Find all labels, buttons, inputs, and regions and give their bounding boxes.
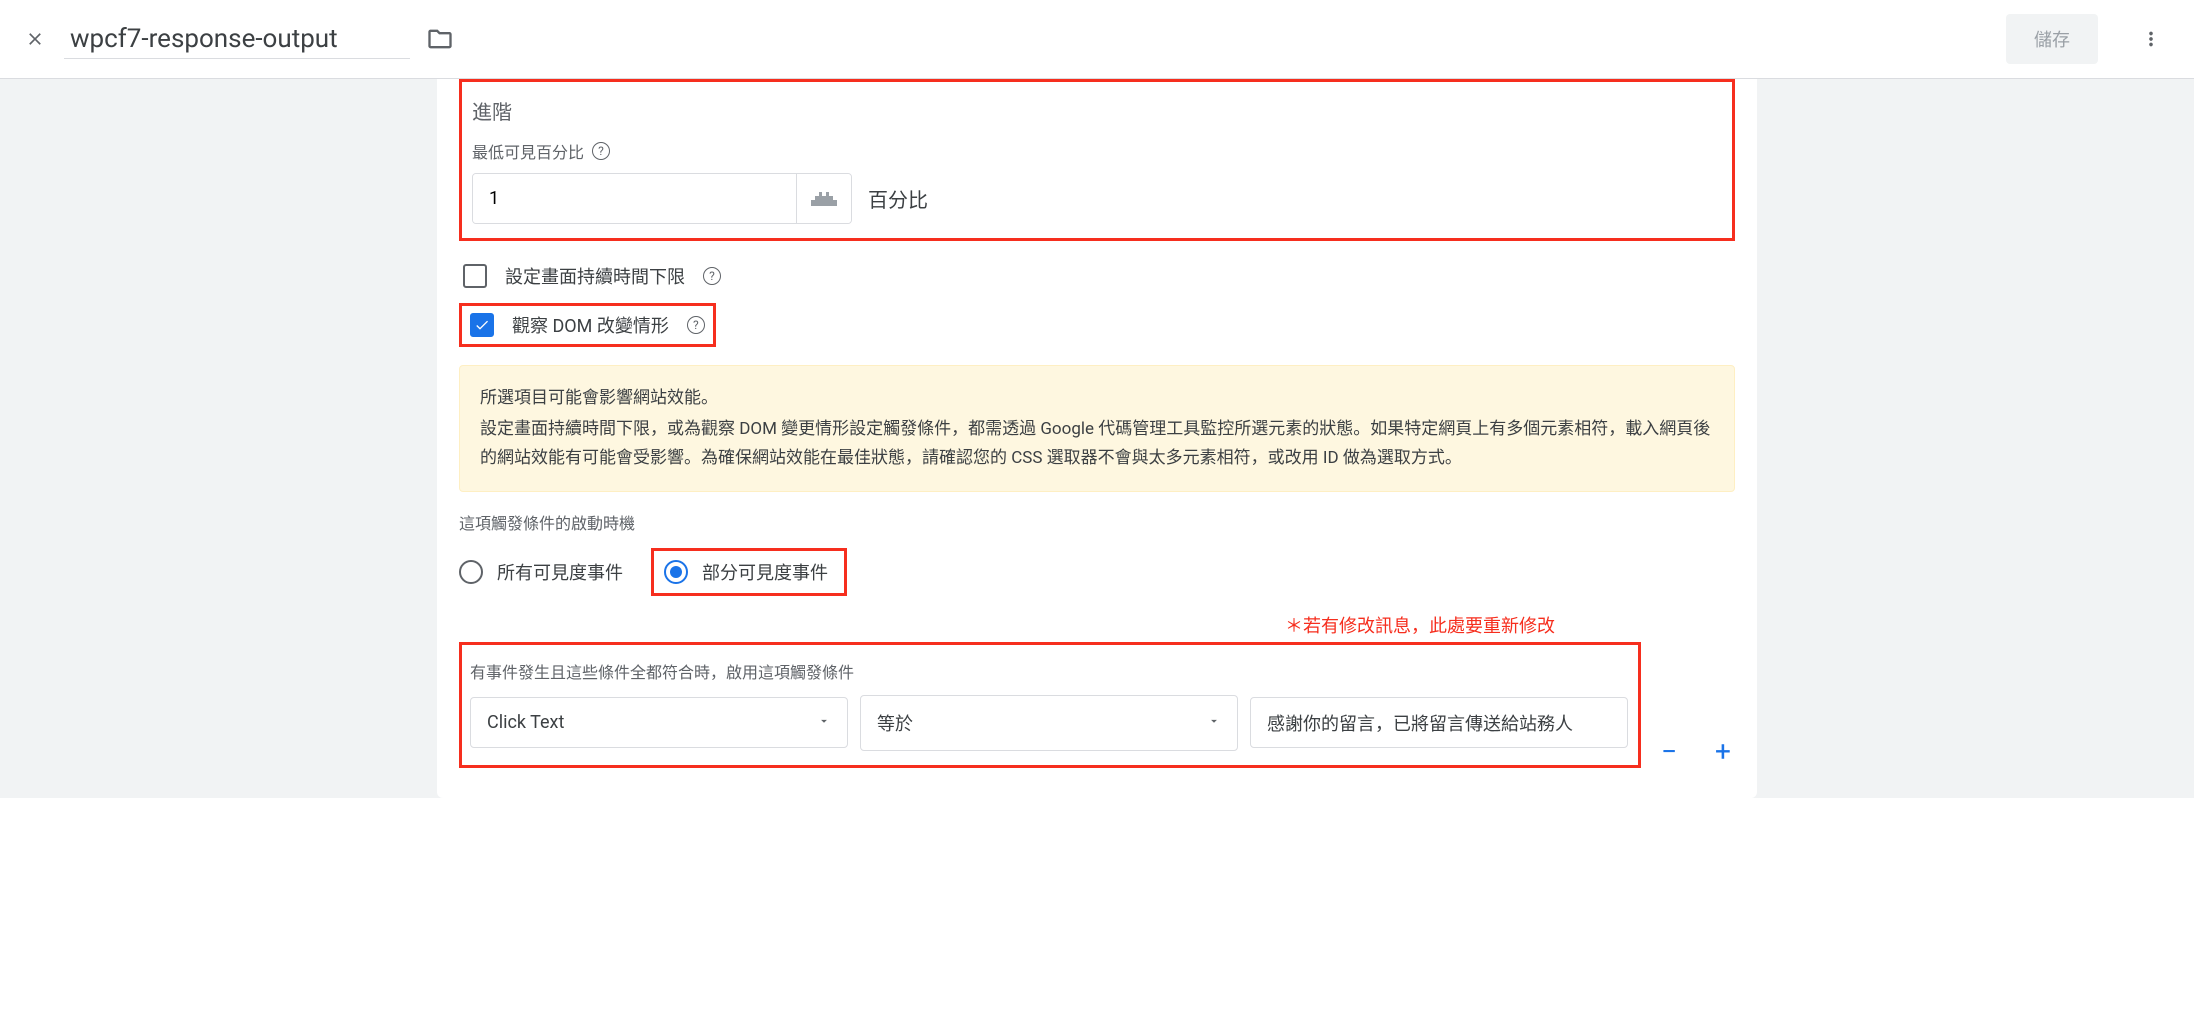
config-panel: 進階 最低可見百分比 ? 百分比 設定畫面持續時間下限 ? — [437, 79, 1757, 798]
min-percent-input[interactable] — [473, 174, 796, 223]
dom-checkbox[interactable] — [470, 313, 494, 337]
variable-picker-icon[interactable] — [796, 174, 851, 223]
tag-name-input[interactable] — [64, 20, 410, 59]
radio-all-label: 所有可見度事件 — [497, 559, 623, 585]
chevron-down-icon — [817, 712, 831, 733]
timing-label: 這項觸發條件的啟動時機 — [459, 510, 1735, 534]
radio-partial-label: 部分可見度事件 — [702, 559, 828, 585]
duration-checkbox[interactable] — [463, 264, 487, 288]
min-percent-input-group — [472, 173, 852, 224]
timing-radio-group: 所有可見度事件 部分可見度事件 — [459, 548, 1735, 596]
folder-icon[interactable] — [426, 25, 454, 53]
add-condition-button[interactable]: + — [1711, 735, 1735, 768]
condition-actions: − + — [1657, 735, 1735, 768]
condition-value-input[interactable] — [1250, 697, 1628, 748]
duration-checkbox-label: 設定畫面持續時間下限 — [505, 263, 685, 289]
header-bar: 儲存 — [0, 0, 2194, 79]
operator-select[interactable]: 等於 — [860, 695, 1238, 751]
advanced-heading: 進階 — [472, 96, 1722, 125]
dom-checkbox-row: 觀察 DOM 改變情形 ? — [470, 312, 705, 338]
warning-body: 設定畫面持續時間下限，或為觀察 DOM 變更情形設定觸發條件，都需透過 Goog… — [480, 415, 1714, 473]
variable-select[interactable]: Click Text — [470, 697, 848, 748]
radio-icon — [459, 560, 483, 584]
help-icon[interactable]: ? — [703, 267, 721, 285]
remove-condition-button[interactable]: − — [1657, 735, 1681, 768]
warning-title: 所選項目可能會影響網站效能。 — [480, 384, 1714, 413]
help-icon[interactable]: ? — [687, 316, 705, 334]
dom-checkbox-label: 觀察 DOM 改變情形 — [512, 312, 669, 338]
condition-row: Click Text 等於 — [470, 695, 1628, 751]
radio-icon — [664, 560, 688, 584]
chevron-down-icon — [1207, 712, 1221, 733]
radio-all-events[interactable]: 所有可見度事件 — [459, 559, 623, 585]
radio-partial-events[interactable]: 部分可見度事件 — [664, 559, 828, 585]
conditions-label: 有事件發生且這些條件全都符合時，啟用這項觸發條件 — [470, 659, 1628, 683]
duration-checkbox-row: 設定畫面持續時間下限 ? — [459, 255, 1735, 297]
close-icon[interactable] — [22, 26, 48, 52]
percent-suffix: 百分比 — [868, 184, 928, 213]
performance-warning: 所選項目可能會影響網站效能。 設定畫面持續時間下限，或為觀察 DOM 變更情形設… — [459, 365, 1735, 492]
advanced-highlight-box: 進階 最低可見百分比 ? 百分比 — [459, 79, 1735, 241]
annotation-note: ＊若有修改訊息，此處要重新修改 — [459, 612, 1555, 638]
more-icon[interactable] — [2130, 18, 2172, 60]
min-percent-label: 最低可見百分比 ? — [472, 139, 1722, 163]
save-button[interactable]: 儲存 — [2006, 14, 2098, 64]
conditions-highlight-box: 有事件發生且這些條件全都符合時，啟用這項觸發條件 Click Text 等於 — [459, 642, 1641, 768]
help-icon[interactable]: ? — [592, 142, 610, 160]
